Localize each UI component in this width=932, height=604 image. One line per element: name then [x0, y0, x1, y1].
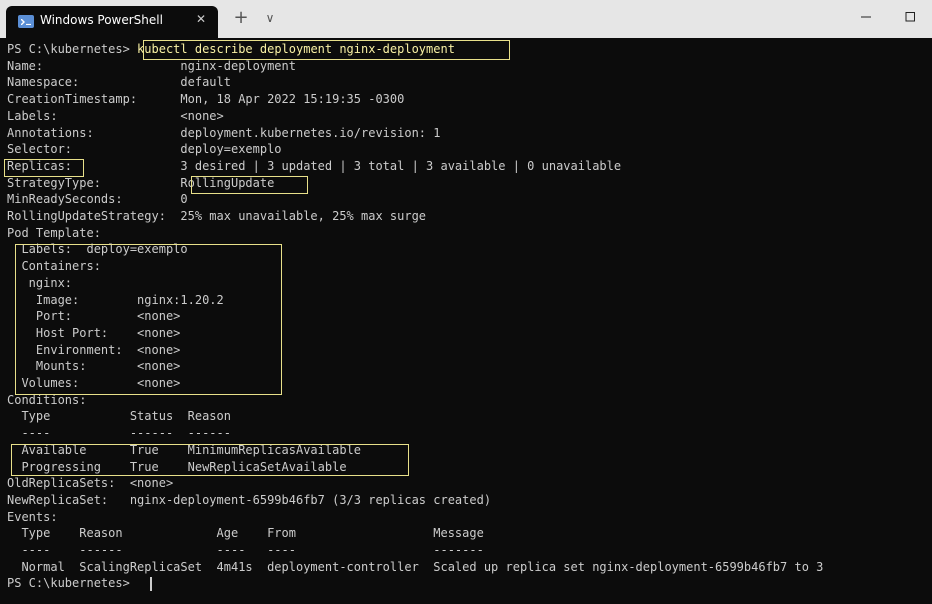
highlight-command: [143, 40, 510, 60]
output-line: Pod Template:: [7, 225, 101, 240]
prompt: PS C:\kubernetes>: [7, 42, 138, 56]
new-tab-icon[interactable]: +: [232, 8, 250, 28]
minimize-icon[interactable]: [858, 9, 874, 25]
chevron-down-icon[interactable]: ∨: [262, 10, 278, 26]
output-line: CreationTimestamp: Mon, 18 Apr 2022 15:1…: [7, 92, 405, 107]
output-line: Selector: deploy=exemplo: [7, 142, 282, 157]
tab-title: Windows PowerShell: [40, 13, 163, 27]
output-line: Normal ScalingReplicaSet 4m41s deploymen…: [7, 559, 824, 574]
output-line: NewReplicaSet: nginx-deployment-6599b46f…: [7, 492, 492, 507]
highlight-conditions: [11, 444, 409, 476]
output-line: Namespace: default: [7, 75, 231, 90]
final-prompt-line: PS C:\kubernetes>: [7, 576, 138, 591]
output-line: Labels: <none>: [7, 108, 224, 123]
text-cursor: [150, 577, 152, 591]
maximize-icon[interactable]: [902, 9, 918, 25]
highlight-replicas-label: [4, 159, 84, 177]
highlight-pod-template: [15, 244, 282, 395]
terminal-output[interactable]: PS C:\kubernetes> kubectl describe deplo…: [0, 38, 932, 604]
output-line: Events:: [7, 509, 58, 524]
tab-windows-powershell[interactable]: Windows PowerShell ✕: [6, 6, 218, 38]
output-line: Annotations: deployment.kubernetes.io/re…: [7, 125, 441, 140]
highlight-strategy-type: [191, 176, 308, 194]
output-line: Replicas: 3 desired | 3 updated | 3 tota…: [7, 158, 622, 173]
output-line: ---- ------ ------: [7, 426, 231, 441]
tab-close-icon[interactable]: ✕: [192, 10, 210, 28]
output-line: ---- ------ ---- ---- -------: [7, 543, 484, 557]
title-bar: Windows PowerShell ✕ + ∨: [0, 0, 932, 38]
output-line: OldReplicaSets: <none>: [7, 476, 174, 491]
output-line: Name: nginx-deployment: [7, 58, 296, 73]
output-line: RollingUpdateStrategy: 25% max unavailab…: [7, 209, 427, 223]
output-line: Type Reason Age From Message: [7, 526, 484, 541]
powershell-icon: [18, 15, 34, 28]
output-line: MinReadySeconds: 0: [7, 192, 188, 207]
output-line: Type Status Reason: [7, 409, 231, 424]
